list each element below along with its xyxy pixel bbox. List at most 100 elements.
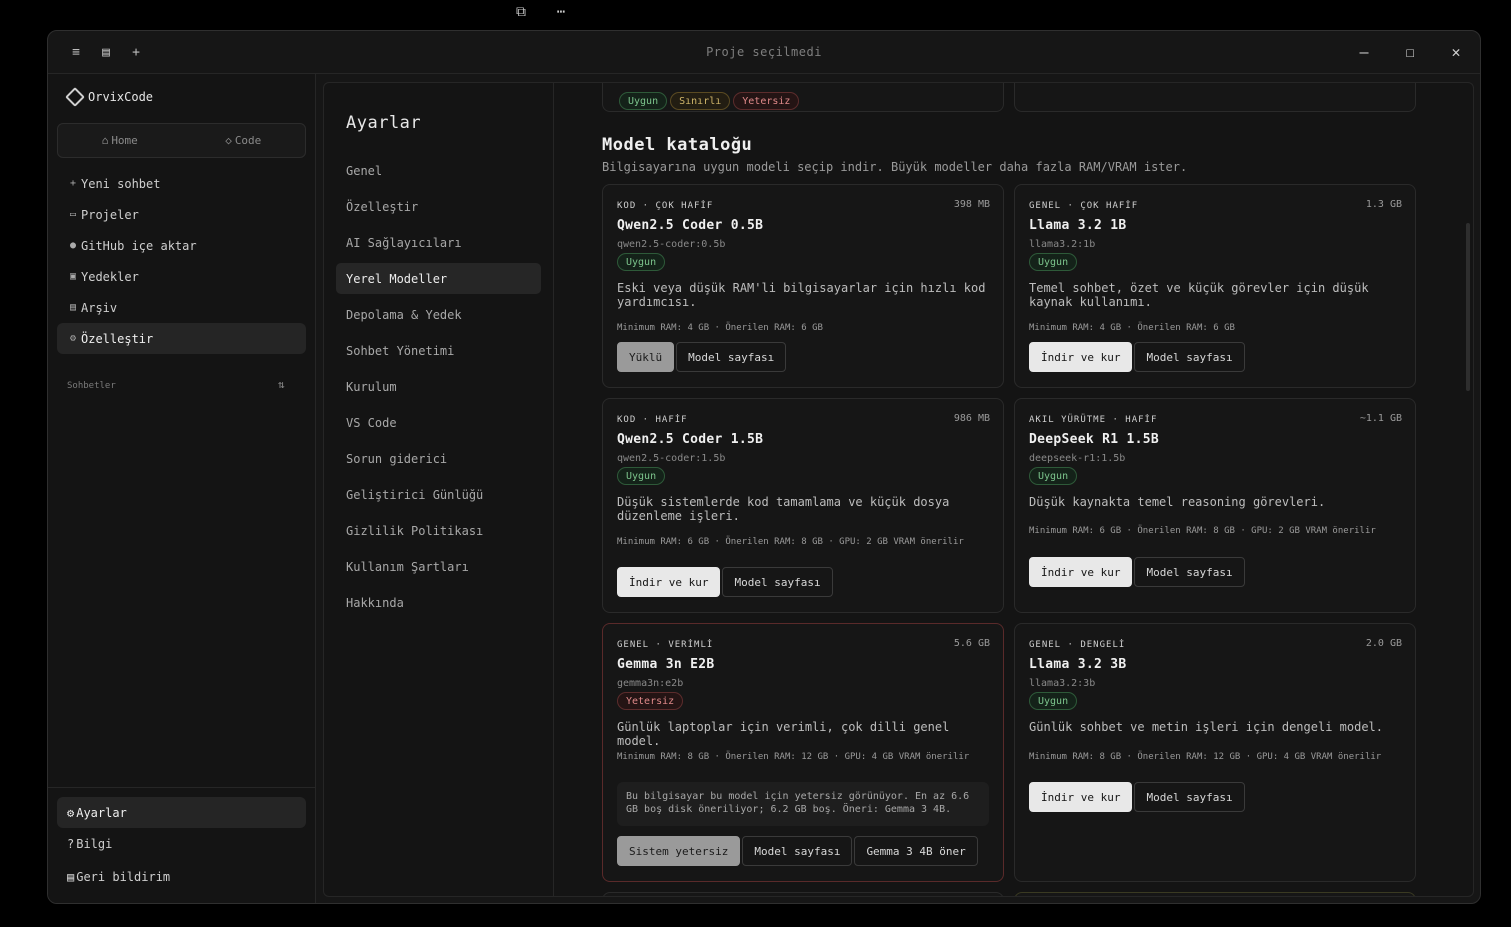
- mode-toggle: ⌂ Home ◇ Code: [57, 123, 306, 158]
- installed-button: Yüklü: [617, 342, 675, 372]
- model-description: Düşük sistemlerde kod tamamlama ve küçük…: [617, 495, 950, 523]
- model-requirements: Minimum RAM: 8 GB · Önerilen RAM: 12 GB …: [617, 752, 970, 762]
- sidebar-item-customize[interactable]: ⚙ Özelleştir: [57, 323, 306, 354]
- model-tag: qwen2.5-coder:1.5b: [617, 453, 726, 464]
- model-requirements: Minimum RAM: 8 GB · Önerilen RAM: 12 GB …: [1029, 752, 1382, 762]
- sidebar-item-feedback[interactable]: ▤ Geri bildirim: [57, 861, 306, 892]
- catalog-title: Model kataloğu: [602, 135, 753, 155]
- sidebar-item-github-import[interactable]: ● GitHub içe aktar: [57, 230, 306, 261]
- sidebar-item-help[interactable]: ? Bilgi: [57, 828, 306, 859]
- legend-chip-insufficient: Yetersiz: [733, 92, 800, 110]
- logo-icon: [65, 87, 85, 107]
- settings-nav-privacy[interactable]: Gizlilik Politikası: [336, 515, 541, 546]
- settings-nav-general[interactable]: Genel: [336, 155, 541, 186]
- mode-home[interactable]: ⌂ Home: [58, 124, 182, 157]
- model-page-button[interactable]: Model sayfası: [1134, 342, 1245, 372]
- chats-section-label: Sohbetler: [67, 381, 116, 391]
- feedback-icon: ▤: [67, 869, 75, 884]
- backup-icon: ▣: [69, 271, 77, 282]
- sidebar-item-new-chat[interactable]: + Yeni sohbet: [57, 168, 306, 199]
- model-card: KOD · ÇOK HAFİF 398 MB Qwen2.5 Coder 0.5…: [602, 184, 1004, 388]
- model-size: 2.0 GB: [1365, 638, 1402, 649]
- model-card: KOD · HAFİF 986 MB Qwen2.5 Coder 1.5B qw…: [602, 398, 1004, 613]
- settings-nav-chat-management[interactable]: Sohbet Yönetimi: [336, 335, 541, 366]
- model-tag: deepseek-r1:1.5b: [1029, 453, 1126, 464]
- settings-nav-terms[interactable]: Kullanım Şartları: [336, 551, 541, 582]
- install-button[interactable]: İndir ve kur: [1029, 557, 1133, 587]
- mode-code[interactable]: ◇ Code: [182, 124, 306, 157]
- status-badge: Uygun: [1029, 467, 1078, 485]
- close-icon[interactable]: ✕: [1446, 42, 1466, 62]
- settings-nav-ai-providers[interactable]: AI Sağlayıcıları: [336, 227, 541, 258]
- model-size: 1.3 GB: [1365, 199, 1402, 210]
- model-tag: gemma3n:e2b: [617, 678, 684, 689]
- model-name: Qwen2.5 Coder 0.5B: [617, 218, 764, 233]
- model-name: Qwen2.5 Coder 1.5B: [617, 432, 764, 447]
- model-requirements: Minimum RAM: 6 GB · Önerilen RAM: 8 GB ·…: [1029, 526, 1376, 536]
- system-insufficient-button: Sistem yetersiz: [617, 836, 741, 866]
- settings-nav-dev-log[interactable]: Geliştirici Günlüğü: [336, 479, 541, 510]
- status-badge: Yetersiz: [617, 692, 684, 710]
- customize-icon: ⚙: [69, 333, 77, 344]
- sidebar-item-backups[interactable]: ▣ Yedekler: [57, 261, 306, 292]
- settings-title: Ayarlar: [346, 113, 422, 133]
- settings-nav-local-models[interactable]: Yerel Modeller: [336, 263, 541, 294]
- github-icon: ●: [69, 240, 77, 251]
- window-title: Proje seçilmedi: [706, 45, 822, 59]
- brand-name: OrvixCode: [88, 90, 154, 104]
- model-name: DeepSeek R1 1.5B: [1029, 432, 1160, 447]
- model-page-button[interactable]: Model sayfası: [676, 342, 787, 372]
- settings-nav-troubleshooter[interactable]: Sorun giderici: [336, 443, 541, 474]
- legend-chip-limited: Sınırlı: [670, 92, 731, 110]
- sidebar-item-settings[interactable]: ⚙ Ayarlar: [57, 797, 306, 828]
- model-requirements: Minimum RAM: 4 GB · Önerilen RAM: 6 GB: [1029, 323, 1235, 333]
- model-size: 398 MB: [953, 199, 990, 210]
- model-page-button[interactable]: Model sayfası: [1134, 557, 1245, 587]
- sidebar-item-archive[interactable]: ▤ Arşiv: [57, 292, 306, 323]
- brand[interactable]: OrvixCode: [65, 87, 154, 107]
- model-card-next: [1014, 892, 1416, 896]
- sort-icon[interactable]: ⇅: [278, 378, 285, 391]
- model-page-button[interactable]: Model sayfası: [742, 836, 853, 866]
- settings-nav-storage-backup[interactable]: Depolama & Yedek: [336, 299, 541, 330]
- install-button[interactable]: İndir ve kur: [1029, 342, 1133, 372]
- help-icon: ?: [67, 836, 75, 851]
- model-category: GENEL · VERİMLİ: [617, 640, 714, 650]
- duplicate-window-icon[interactable]: ⧉: [510, 3, 532, 21]
- model-page-button[interactable]: Model sayfası: [1134, 782, 1245, 812]
- model-description: Eski veya düşük RAM'li bilgisayarlar içi…: [617, 281, 986, 309]
- install-button[interactable]: İndir ve kur: [617, 567, 721, 597]
- model-card: GENEL · ÇOK HAFİF 1.3 GB Llama 3.2 1B ll…: [1014, 184, 1416, 388]
- scrollbar[interactable]: [1466, 223, 1470, 391]
- model-card: GENEL · VERİMLİ 5.6 GB Gemma 3n E2B gemm…: [602, 623, 1004, 882]
- install-button[interactable]: İndir ve kur: [1029, 782, 1133, 812]
- model-tag: qwen2.5-coder:0.5b: [617, 239, 726, 250]
- model-page-button[interactable]: Model sayfası: [722, 567, 833, 597]
- catalog-description: Bilgisayarına uygun modeli seçip indir. …: [602, 160, 1188, 174]
- model-description: Günlük sohbet ve metin işleri için denge…: [1029, 720, 1384, 734]
- model-description: Düşük kaynakta temel reasoning görevleri…: [1029, 495, 1326, 509]
- model-size: ~1.1 GB: [1359, 413, 1402, 424]
- model-tag: llama3.2:1b: [1029, 239, 1096, 250]
- settings-nav-about[interactable]: Hakkında: [336, 587, 541, 618]
- settings-content: Uygun Sınırlı Yetersiz Model kataloğu Bi…: [555, 83, 1473, 896]
- settings-nav: Ayarlar Genel Özelleştir AI Sağlayıcılar…: [324, 83, 554, 896]
- floating-toolbar: ⧉ ⋯: [510, 3, 572, 21]
- status-badge: Uygun: [1029, 692, 1078, 710]
- settings-nav-customize[interactable]: Özelleştir: [336, 191, 541, 222]
- model-card: GENEL · DENGELİ 2.0 GB Llama 3.2 3B llam…: [1014, 623, 1416, 882]
- maximize-icon[interactable]: ☐: [1400, 42, 1420, 62]
- settings-nav-setup[interactable]: Kurulum: [336, 371, 541, 402]
- sidebar: OrvixCode ⌂ Home ◇ Code + Yeni sohbet ▭ Proj…: [48, 74, 316, 903]
- model-tag: llama3.2:3b: [1029, 678, 1096, 689]
- sidebar-item-projects[interactable]: ▭ Projeler: [57, 199, 306, 230]
- more-options-icon[interactable]: ⋯: [550, 3, 572, 21]
- settings-panel: Ayarlar Genel Özelleştir AI Sağlayıcılar…: [323, 82, 1474, 897]
- model-card: AKIL YÜRÜTME · HAFİF ~1.1 GB DeepSeek R1…: [1014, 398, 1416, 613]
- model-size: 986 MB: [953, 413, 990, 424]
- suggest-alternative-button[interactable]: Gemma 3 4B öner: [854, 836, 978, 866]
- minimize-icon[interactable]: —: [1354, 42, 1374, 62]
- settings-nav-vscode[interactable]: VS Code: [336, 407, 541, 438]
- warning-note: Bu bilgisayar bu model için yetersiz gör…: [617, 782, 989, 826]
- model-category: GENEL · ÇOK HAFİF: [1029, 201, 1139, 211]
